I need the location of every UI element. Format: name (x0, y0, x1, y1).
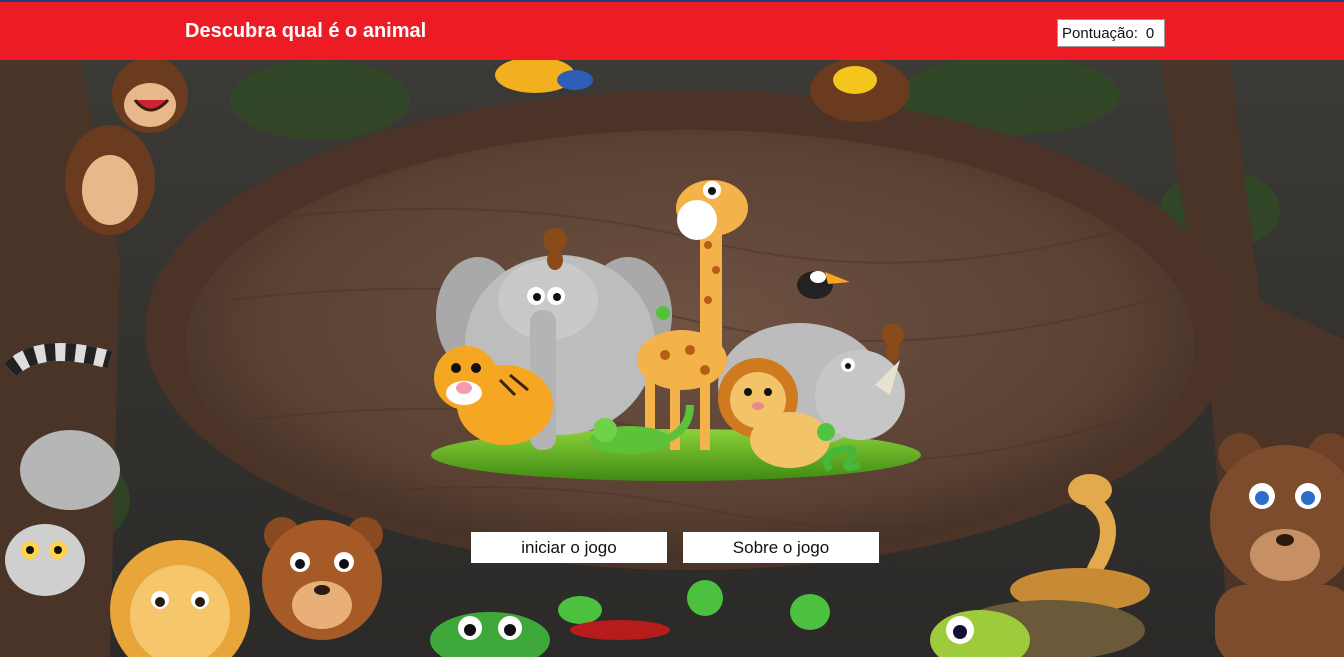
bear-character (1210, 433, 1344, 657)
score-value: 0 (1145, 24, 1155, 42)
about-game-button[interactable]: Sobre o jogo (683, 532, 879, 563)
monkey-character-right (810, 60, 910, 122)
score-label: Pontuação: (1062, 24, 1138, 42)
game-title: Descubra qual é o animal (185, 20, 427, 42)
bear-cub-character (262, 517, 383, 640)
top-header-bar: Descubra qual é o animal Pontuação: 0 (0, 0, 1344, 60)
jungle-background-scene (0, 60, 1344, 657)
score-display: Pontuação: 0 (1057, 19, 1165, 47)
start-game-button[interactable]: iniciar o jogo (471, 532, 667, 563)
small-frog-giraffe (656, 306, 670, 320)
